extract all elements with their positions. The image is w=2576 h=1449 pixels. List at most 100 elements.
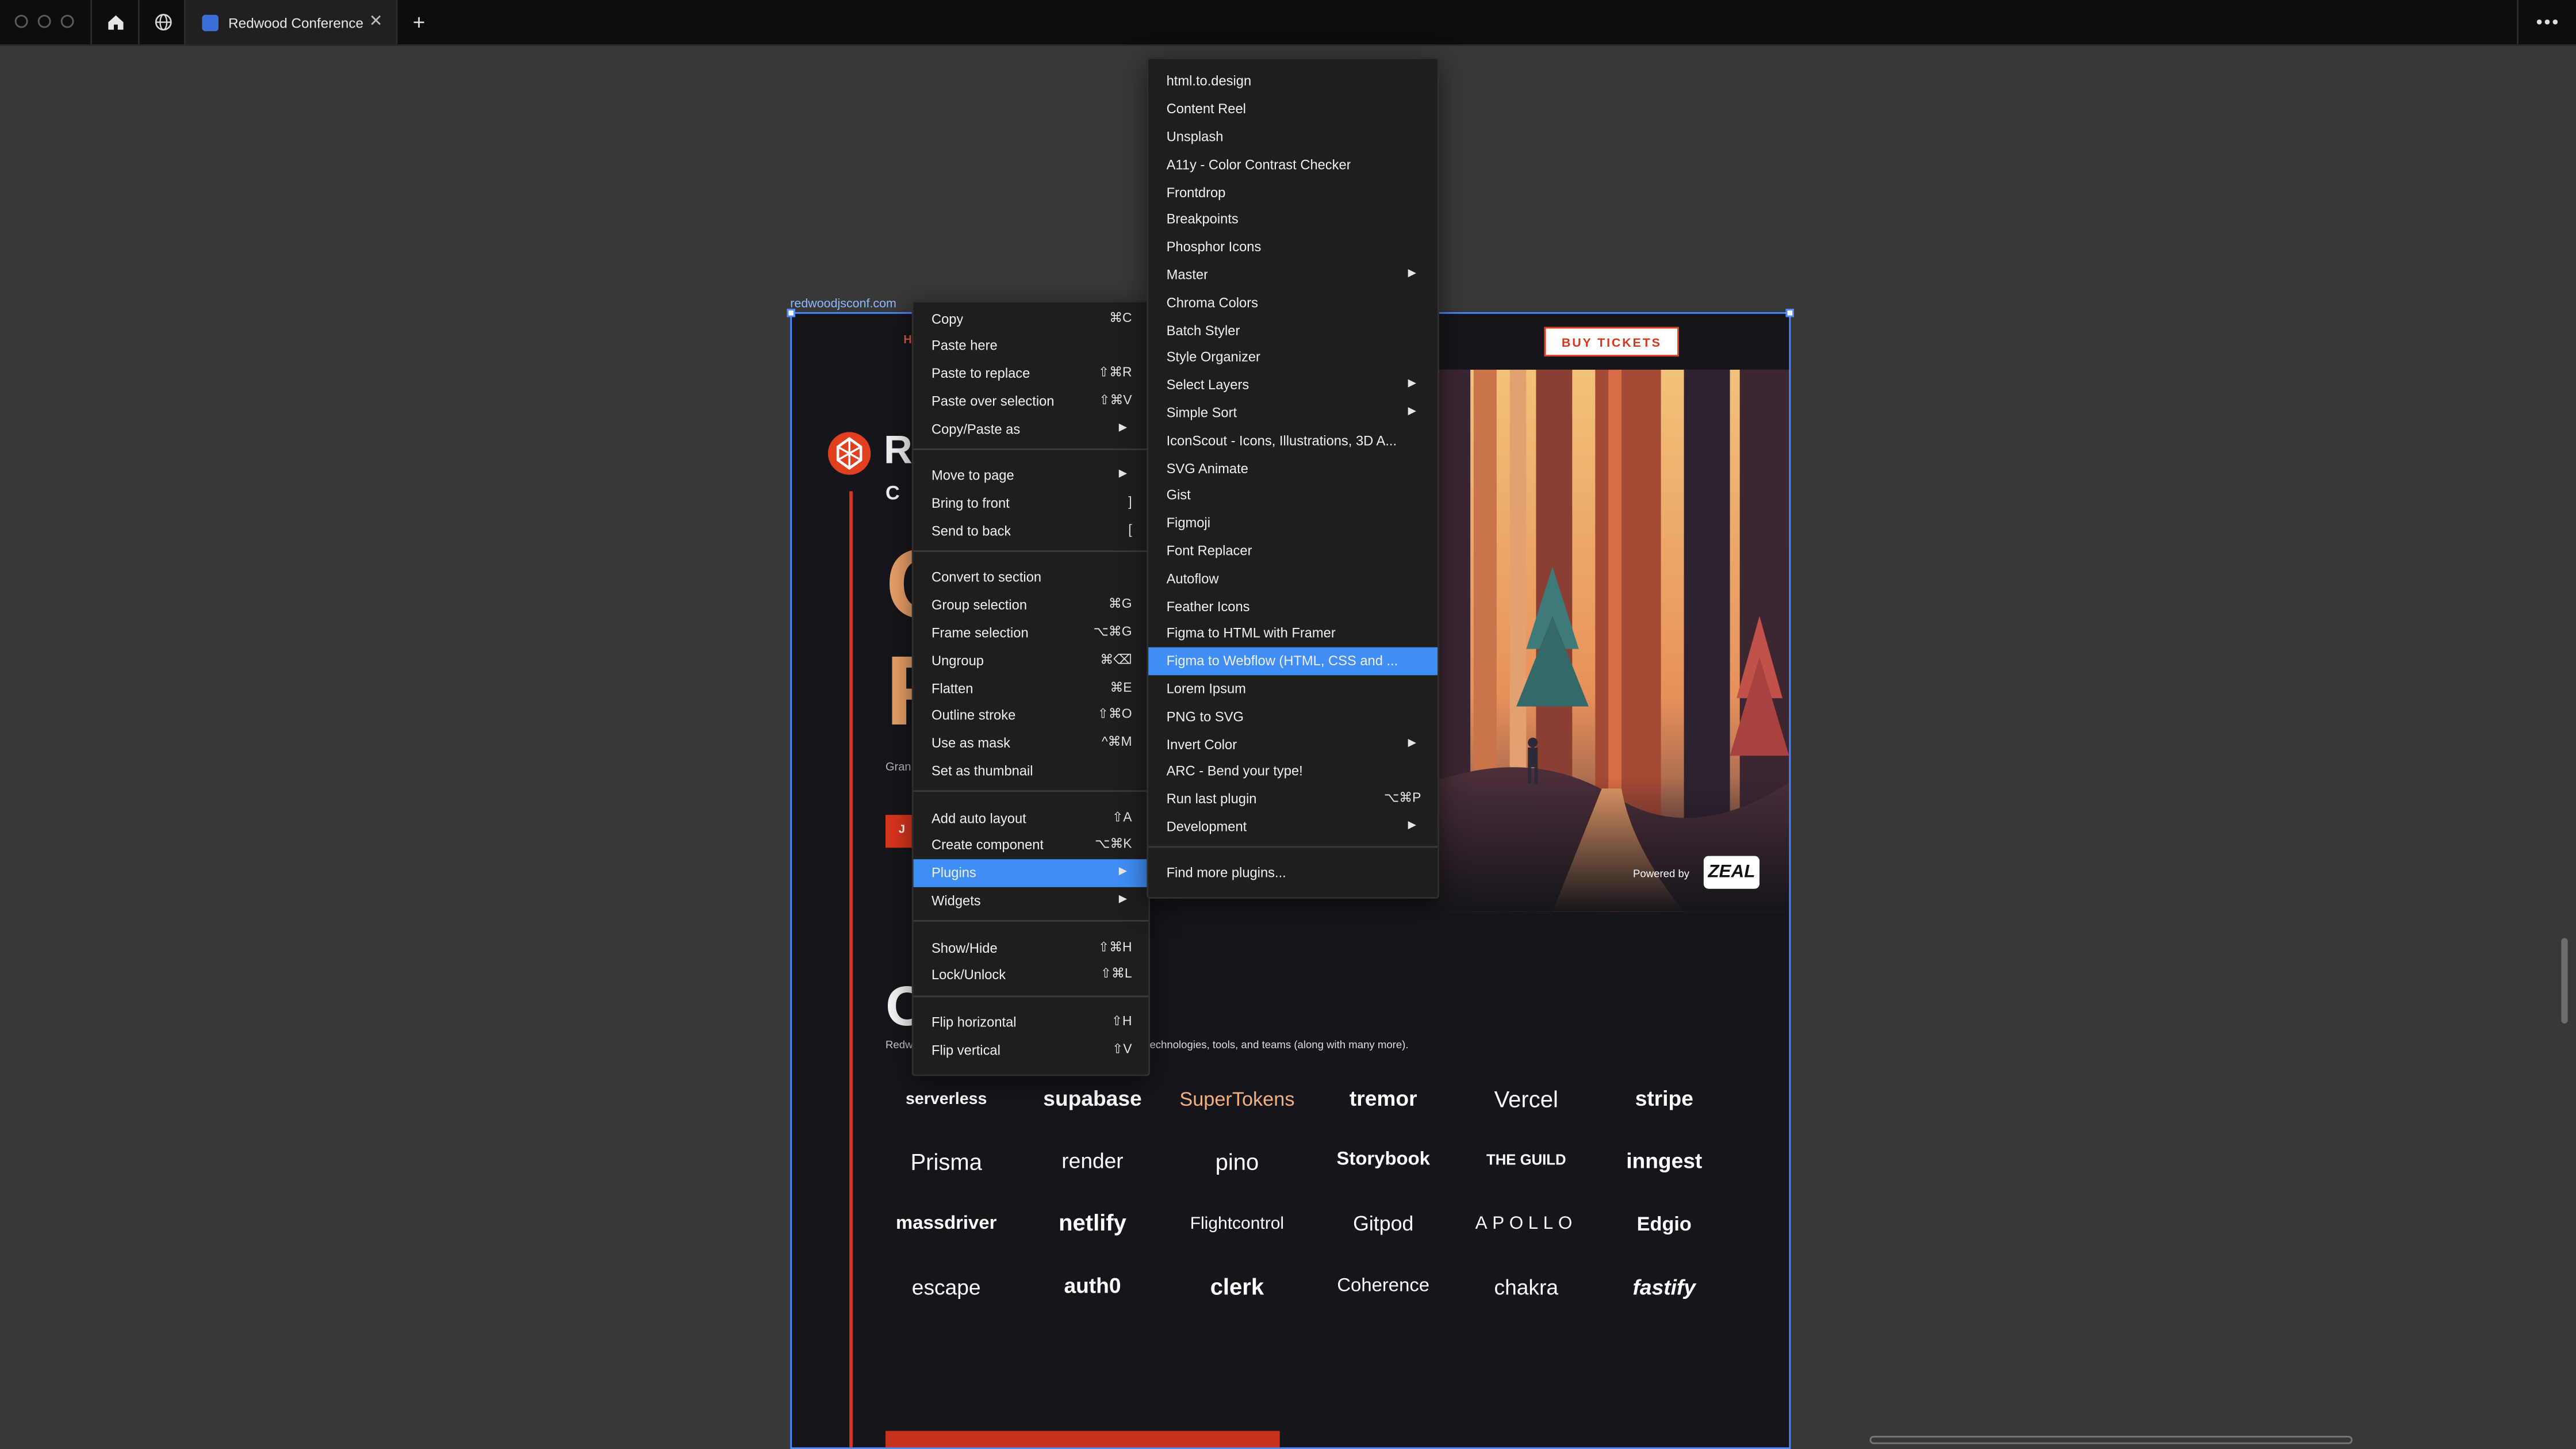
menu-item-label: Ungroup xyxy=(931,651,984,669)
new-tab-button[interactable]: + xyxy=(399,0,439,44)
menu-item-label: SVG Animate xyxy=(1166,459,1248,476)
menu-item[interactable]: Batch Styler xyxy=(1148,316,1438,344)
menu-item-label: Frontdrop xyxy=(1166,183,1226,200)
menu-item[interactable]: Send to back [ xyxy=(914,517,1149,545)
window-minimize-control[interactable] xyxy=(37,14,51,28)
menu-item[interactable]: Add auto layout ⇧A xyxy=(914,804,1149,832)
menu-item[interactable]: Widgets ▶ xyxy=(914,887,1149,915)
menu-item[interactable]: ARC - Bend your type! xyxy=(1148,758,1438,785)
menu-item[interactable]: Unsplash xyxy=(1148,123,1438,151)
menu-item[interactable]: Move to page ▶ xyxy=(914,462,1149,489)
window-close-control[interactable] xyxy=(14,14,28,28)
menu-item-label: PNG to SVG xyxy=(1166,707,1244,724)
horizontal-scrollbar[interactable] xyxy=(1869,1436,2353,1444)
menu-item[interactable]: Frontdrop xyxy=(1148,178,1438,206)
menu-item[interactable]: Convert to section xyxy=(914,564,1149,592)
partner-logo: Storybook xyxy=(1336,1150,1430,1170)
menu-item[interactable]: PNG to SVG xyxy=(1148,703,1438,730)
menu-item[interactable]: Master ▶ xyxy=(1148,261,1438,289)
menu-item[interactable]: Feather Icons xyxy=(1148,592,1438,620)
partner-logo: SuperTokens xyxy=(1179,1087,1295,1111)
menu-item-shortcut: ⌘G xyxy=(1108,596,1132,612)
tab-redwood-conference[interactable]: Redwood Conference ✕ xyxy=(184,0,398,45)
partner-logo: render xyxy=(1061,1148,1124,1173)
resize-handle[interactable] xyxy=(787,309,795,317)
close-icon[interactable]: ✕ xyxy=(369,13,383,31)
partner-logo: tremor xyxy=(1349,1086,1417,1111)
menu-item-label: Paste over selection xyxy=(931,392,1055,409)
menu-item[interactable]: Find more plugins... xyxy=(1148,859,1438,887)
menu-item-label: Use as mask xyxy=(931,734,1011,752)
menu-item[interactable]: Lorem Ipsum xyxy=(1148,675,1438,703)
community-button[interactable] xyxy=(138,0,186,45)
menu-item-label: Figma to Webflow (HTML, CSS and ... xyxy=(1166,652,1398,669)
partner-logo: auth0 xyxy=(1064,1273,1121,1298)
partner-logo: inngest xyxy=(1626,1148,1703,1173)
menu-item-label: Breakpoints xyxy=(1166,210,1239,228)
menu-item[interactable]: Set as thumbnail xyxy=(914,757,1149,785)
frame-label[interactable]: redwoodjsconf.com xyxy=(790,296,896,310)
menu-item[interactable]: Chroma Colors xyxy=(1148,289,1438,316)
menu-item[interactable]: Content Reel xyxy=(1148,95,1438,123)
menu-item-label: Add auto layout xyxy=(931,809,1026,826)
menu-item[interactable]: Figma to HTML with Framer xyxy=(1148,620,1438,647)
menu-item[interactable]: Style Organizer xyxy=(1148,344,1438,371)
menu-item[interactable]: Outline stroke ⇧⌘O xyxy=(914,702,1149,730)
resize-handle[interactable] xyxy=(1785,309,1794,317)
menu-item[interactable]: Paste over selection ⇧⌘V xyxy=(914,388,1149,415)
menu-item[interactable]: Flip vertical ⇧V xyxy=(914,1036,1149,1064)
menu-item-label: Content Reel xyxy=(1166,100,1246,117)
menu-item[interactable]: Select Layers ▶ xyxy=(1148,371,1438,399)
menu-item-label: Move to page xyxy=(931,466,1014,484)
menu-item[interactable]: IconScout - Icons, Illustrations, 3D A..… xyxy=(1148,427,1438,454)
partner-logo: fastify xyxy=(1632,1275,1696,1300)
menu-item[interactable]: Group selection ⌘G xyxy=(914,592,1149,619)
menu-item[interactable]: Font Replacer xyxy=(1148,537,1438,565)
menu-item[interactable]: Copy ⌘C xyxy=(914,305,1149,332)
menu-item-shortcut: ⇧⌘R xyxy=(1098,365,1132,379)
more-menu-button[interactable]: ••• xyxy=(2517,0,2576,45)
menu-item-shortcut: ⌥⌘K xyxy=(1095,837,1132,852)
home-icon xyxy=(107,15,123,30)
menu-item-shortcut: ⌘E xyxy=(1110,679,1132,695)
submenu-arrow-icon: ▶ xyxy=(1118,894,1127,906)
menu-item[interactable]: Create component ⌥⌘K xyxy=(914,832,1149,860)
menu-item[interactable]: Simple Sort ▶ xyxy=(1148,399,1438,427)
menu-item-label: Send to back xyxy=(931,522,1011,539)
context-menu: Copy ⌘C Paste here Paste to replace ⇧⌘R Paste… xyxy=(911,300,1150,1076)
menu-item[interactable]: Flip horizontal ⇧H xyxy=(914,1009,1149,1036)
menu-item[interactable]: Breakpoints xyxy=(1148,206,1438,233)
ellipsis-icon: ••• xyxy=(2536,12,2560,32)
menu-item[interactable]: Autoflow xyxy=(1148,565,1438,592)
menu-item[interactable]: Figma to Webflow (HTML, CSS and ... xyxy=(1148,647,1438,676)
menu-item[interactable]: Use as mask ^⌘M xyxy=(914,730,1149,757)
menu-item-label: html.to.design xyxy=(1166,72,1252,90)
menu-item[interactable]: Paste here xyxy=(914,332,1149,360)
menu-item[interactable]: Frame selection ⌥⌘G xyxy=(914,619,1149,647)
menu-item[interactable]: Invert Color ▶ xyxy=(1148,730,1438,758)
menu-item[interactable]: Lock/Unlock ⇧⌘L xyxy=(914,962,1149,990)
menu-item[interactable]: Paste to replace ⇧⌘R xyxy=(914,360,1149,388)
menu-item[interactable]: Ungroup ⌘⌫ xyxy=(914,647,1149,674)
home-button[interactable] xyxy=(90,0,138,45)
partner-logo: supabase xyxy=(1043,1086,1142,1111)
logo-subtitle: C xyxy=(885,481,905,505)
menu-item[interactable]: Phosphor Icons xyxy=(1148,233,1438,261)
menu-item[interactable]: Plugins ▶ xyxy=(913,859,1149,887)
menu-item[interactable]: html.to.design xyxy=(1148,68,1438,95)
menu-item[interactable]: Show/Hide ⇧⌘H xyxy=(914,934,1149,962)
partner-logo: Edgio xyxy=(1636,1212,1692,1236)
menu-item[interactable]: Copy/Paste as ▶ xyxy=(914,415,1149,443)
menu-item[interactable]: SVG Animate xyxy=(1148,454,1438,482)
window-zoom-control[interactable] xyxy=(60,14,74,28)
menu-item-label: Find more plugins... xyxy=(1166,864,1286,881)
menu-item[interactable]: Development ▶ xyxy=(1148,813,1438,841)
menu-item[interactable]: Run last plugin ⌥⌘P xyxy=(1148,785,1438,813)
menu-item[interactable]: Figmoji xyxy=(1148,509,1438,537)
menu-item[interactable]: Flatten ⌘E xyxy=(914,674,1149,702)
buy-tickets-button: BUY TICKETS xyxy=(1544,327,1679,356)
menu-item[interactable]: A11y - Color Contrast Checker xyxy=(1148,151,1438,178)
vertical-scrollbar[interactable] xyxy=(2561,938,2568,1023)
menu-item[interactable]: Gist xyxy=(1148,482,1438,509)
menu-item[interactable]: Bring to front] xyxy=(914,489,1149,517)
